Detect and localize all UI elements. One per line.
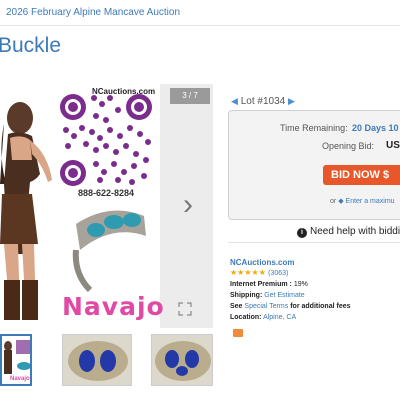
terms-suffix: for additional fees: [290, 303, 351, 310]
shipping-row: Shipping: Get Estimate: [230, 292, 305, 299]
seller-rating: ★★★★★ (3063): [230, 268, 288, 277]
opening-bid-label: Opening Bid:: [322, 141, 375, 151]
bid-now-button[interactable]: BID NOW $: [323, 165, 400, 185]
expand-icon[interactable]: [178, 302, 192, 316]
image-counter: 3 / 7: [170, 88, 210, 104]
thumbnail-1-label: Navajo: [10, 376, 30, 382]
bidding-help[interactable]: i Need help with biddin: [297, 226, 400, 238]
special-terms-row: See Special Terms for additional fees: [230, 303, 351, 310]
terms-prefix: See: [230, 303, 243, 310]
diamond-icon: ◆: [338, 198, 344, 205]
breadcrumb-auction-link[interactable]: 2026 February Alpine Mancave Auction: [6, 7, 180, 18]
max-bid-row: or ◆ Enter a maximu: [330, 197, 395, 205]
special-terms-link[interactable]: Special Terms: [244, 303, 288, 310]
location-label: Location:: [230, 314, 262, 321]
location-row: Location: Alpine, CA: [230, 314, 296, 321]
internet-premium-row: Internet Premium : 19%: [230, 281, 308, 288]
lot-navigation: ◀ Lot #1034 ▶: [231, 96, 295, 107]
internet-premium-label: Internet Premium :: [230, 281, 292, 288]
get-estimate-link[interactable]: Get Estimate: [264, 292, 304, 299]
item-title: Buckle: [0, 34, 62, 57]
thumbnail-3[interactable]: [151, 334, 213, 386]
next-image-arrow-icon[interactable]: ›: [183, 190, 193, 220]
photo-phone: 888-622-8284: [78, 188, 135, 198]
opening-bid-value: US: [386, 140, 400, 151]
info-icon: i: [297, 228, 307, 238]
previous-lot-arrow-icon[interactable]: ◀: [231, 96, 238, 106]
lot-number: Lot #1034: [240, 96, 286, 107]
rss-icon[interactable]: [233, 329, 243, 337]
breadcrumb: 2026 February Alpine Mancave Auction: [0, 0, 400, 26]
time-remaining-label: Time Remaining:: [280, 123, 348, 133]
thumbnail-2-graphic: [63, 335, 131, 385]
seller-divider: [228, 242, 400, 243]
shipping-label: Shipping:: [230, 292, 263, 299]
location-link[interactable]: Alpine, CA: [263, 314, 296, 321]
enter-max-bid-link[interactable]: Enter a maximu: [346, 198, 395, 205]
next-lot-arrow-icon[interactable]: ▶: [288, 96, 295, 106]
thumbnail-1[interactable]: Navajo: [0, 334, 32, 386]
bid-now-label: BID NOW $: [331, 169, 390, 181]
thumbnail-3-graphic: [152, 335, 212, 385]
time-remaining-value: 20 Days 10: [352, 123, 399, 133]
seller-name-link[interactable]: NCAuctions.com: [230, 258, 294, 267]
thumbnail-2[interactable]: [62, 334, 132, 386]
bidding-help-text: Need help with biddin: [310, 226, 400, 237]
rating-count-link[interactable]: (3063): [268, 270, 288, 277]
or-text: or: [330, 198, 337, 205]
photo-navajo-text: Navajo: [62, 292, 165, 321]
photo-brand-url: NCauctions.com: [92, 87, 156, 96]
rating-stars-icon: ★★★★★: [230, 268, 266, 277]
internet-premium-value: 19%: [293, 281, 308, 288]
